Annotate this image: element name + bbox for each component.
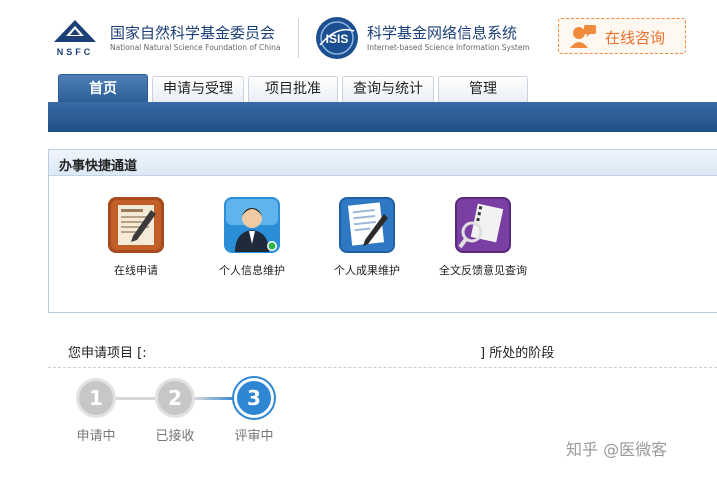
step-3-circle: 3 <box>234 378 274 418</box>
tab-home[interactable]: 首页 <box>58 74 148 102</box>
step-1-circle: 1 <box>76 378 116 418</box>
step-2-label: 已接收 <box>155 429 195 444</box>
quick-personal-achievements-label: 个人成果维护 <box>334 264 400 277</box>
step-connector-2 <box>194 397 236 400</box>
quick-feedback-query-label: 全文反馈意见查询 <box>439 264 527 277</box>
customer-service-icon <box>570 25 596 48</box>
form-pen-icon <box>108 197 164 253</box>
document-pen-icon <box>339 197 395 253</box>
nsfc-logo-text: NSFC <box>57 47 94 57</box>
quick-personal-info-label: 个人信息维护 <box>219 264 285 277</box>
main-nav: 首页 申请与受理 项目批准 查询与统计 管理 <box>0 72 717 102</box>
quick-access-header: 办事快捷通道 <box>49 150 717 176</box>
nsfc-logo[interactable]: NSFC <box>48 18 102 58</box>
quick-access-panel: 办事快捷通道 在线申请 个人信息维护 个人成果维护 全文反馈意见查询 <box>48 149 717 313</box>
online-consult-label: 在线咨询 <box>605 29 666 47</box>
quick-feedback-query[interactable]: 全文反馈意见查询 <box>433 196 533 286</box>
system-name-en: Internet-based Science Information Syste… <box>367 43 530 52</box>
tab-query-statistics[interactable]: 查询与统计 <box>342 76 434 102</box>
tab-application[interactable]: 申请与受理 <box>152 76 244 102</box>
tab-management[interactable]: 管理 <box>438 76 528 102</box>
isis-logo[interactable]: ISIS <box>314 15 360 61</box>
org-name-en: National Natural Science Foundation of C… <box>110 43 281 52</box>
person-icon <box>224 197 280 253</box>
isis-logo-text: ISIS <box>326 32 349 46</box>
status-prefix: 您申请项目 [: <box>68 346 147 361</box>
status-divider <box>48 367 717 368</box>
site-header: NSFC 国家自然科学基金委员会 National Natural Scienc… <box>0 0 717 72</box>
watermark: 知乎 @医微客 <box>566 440 668 459</box>
org-name-cn: 国家自然科学基金委员会 <box>110 24 276 42</box>
status-suffix: ] 所处的阶段 <box>480 346 555 361</box>
quick-online-application[interactable]: 在线申请 <box>86 196 186 286</box>
step-connector-1 <box>115 397 157 400</box>
step-2-circle: 2 <box>155 378 195 418</box>
quick-online-application-label: 在线申请 <box>114 264 158 277</box>
tab-project-approval[interactable]: 项目批准 <box>248 76 338 102</box>
step-3-label: 评审中 <box>234 429 274 444</box>
quick-personal-info[interactable]: 个人信息维护 <box>202 196 302 286</box>
magnifier-film-icon <box>455 197 511 253</box>
step-1-label: 申请中 <box>76 429 116 444</box>
nav-bar <box>48 102 717 132</box>
quick-access-title: 办事快捷通道 <box>59 159 138 174</box>
header-divider <box>298 18 299 58</box>
online-consult-button[interactable]: 在线咨询 <box>558 18 686 54</box>
quick-personal-achievements[interactable]: 个人成果维护 <box>317 196 417 286</box>
system-name-cn: 科学基金网络信息系统 <box>367 24 518 42</box>
